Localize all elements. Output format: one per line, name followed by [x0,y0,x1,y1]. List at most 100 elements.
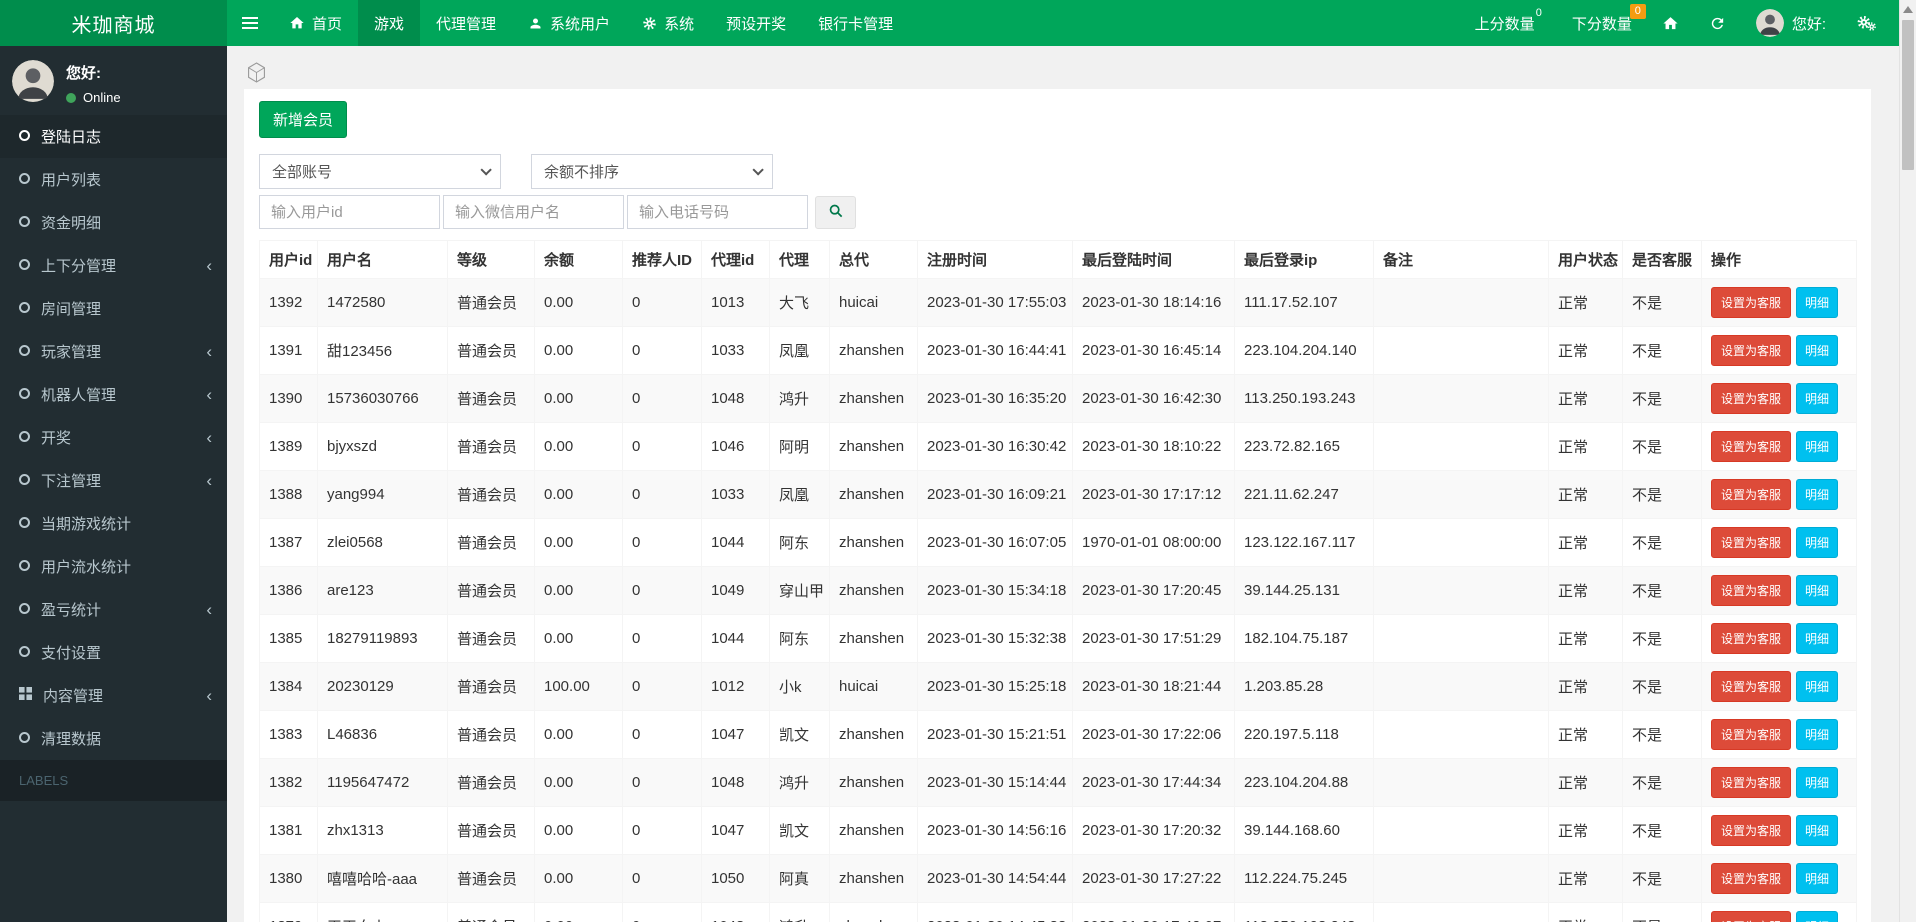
set-service-button[interactable]: 设置为客服 [1711,719,1792,750]
section-hexagon-icon [247,62,266,87]
nav-item-preset-lottery[interactable]: 预设开奖 [710,0,802,46]
sidebar-item-robot-manage[interactable]: 机器人管理 ‹ [0,373,227,416]
cell-register-time: 2023-01-30 16:35:20 [917,374,1073,423]
cell-status: 正常 [1548,710,1623,759]
circle-icon [19,558,30,575]
sidebar-item-bet-manage[interactable]: 下注管理 ‹ [0,459,227,502]
sidebar-item-player-manage[interactable]: 玩家管理 ‹ [0,330,227,373]
set-service-button[interactable]: 设置为客服 [1711,335,1792,366]
user-menu[interactable]: 您好: [1755,9,1826,37]
sidebar-item-user-list[interactable]: 用户列表 [0,158,227,201]
nav-item-system[interactable]: 系统 [626,0,710,46]
sidebar-item-profit-stats[interactable]: 盈亏统计 ‹ [0,588,227,631]
vertical-scrollbar[interactable] [1899,0,1916,922]
user-id-input[interactable] [259,195,440,229]
column-header: 用户id [259,240,318,279]
detail-button[interactable]: 明细 [1796,431,1839,462]
detail-button[interactable]: 明细 [1796,575,1839,606]
cell-general-agent: zhanshen [829,758,918,807]
nav-item-agent-manage[interactable]: 代理管理 [420,0,512,46]
detail-button[interactable]: 明细 [1796,383,1839,414]
member-list-card: 新增会员 全部账号 余额不排序 用户id [244,89,1871,922]
down-score-label: 下分数量 [1571,15,1632,33]
detail-button[interactable]: 明细 [1796,623,1839,654]
sidebar-item-label: 盈亏统计 [41,602,102,619]
detail-button[interactable]: 明细 [1796,815,1839,846]
account-filter-value: 全部账号 [272,164,333,181]
detail-button[interactable]: 明细 [1796,527,1839,558]
column-header: 推荐人ID [622,240,702,279]
detail-button[interactable]: 明细 [1796,719,1839,750]
set-service-button[interactable]: 设置为客服 [1711,767,1792,798]
cell-last-login-time: 2023-01-30 16:42:30 [1072,374,1235,423]
detail-button[interactable]: 明细 [1796,767,1839,798]
cell-is-service: 不是 [1622,326,1702,375]
set-service-button[interactable]: 设置为客服 [1711,863,1792,894]
sidebar-item-label: 开奖 [41,430,72,447]
balance-sort-select[interactable]: 余额不排序 [531,154,773,189]
sidebar-item-lottery[interactable]: 开奖 ‹ [0,416,227,459]
cell-agent: 凯文 [769,806,830,855]
circle-icon [19,601,30,618]
cell-register-time: 2023-01-30 16:44:41 [917,326,1073,375]
brand-logo[interactable]: 米珈商城 [0,0,227,46]
down-score-counter[interactable]: 下分数量 0 [1571,3,1646,34]
set-service-button[interactable]: 设置为客服 [1711,431,1792,462]
scrollbar-thumb[interactable] [1902,20,1914,170]
nav-item-bank-card-manage[interactable]: 银行卡管理 [802,0,909,46]
set-service-button[interactable]: 设置为客服 [1711,623,1792,654]
set-service-button[interactable]: 设置为客服 [1711,383,1792,414]
up-score-counter[interactable]: 上分数量0 [1475,7,1542,34]
sidebar-item-score-manage[interactable]: 上下分管理 ‹ [0,244,227,287]
sidebar-item-room-manage[interactable]: 房间管理 [0,287,227,330]
nav-item-system-users[interactable]: 系统用户 [512,0,626,46]
detail-button[interactable]: 明细 [1796,911,1839,922]
sidebar-item-user-flow-stats[interactable]: 用户流水统计 [0,545,227,588]
detail-button[interactable]: 明细 [1796,863,1839,894]
wechat-name-input[interactable] [443,195,624,229]
cell-last-login-ip: 1.203.85.28 [1234,662,1374,711]
column-header: 是否客服 [1622,240,1702,279]
circle-icon [19,300,30,317]
sidebar-item-content-manage[interactable]: 内容管理 ‹ [0,674,227,717]
sidebar-item-payment-settings[interactable]: 支付设置 [0,631,227,674]
set-service-button[interactable]: 设置为客服 [1711,575,1792,606]
settings-cogs-icon[interactable] [1856,14,1876,32]
account-filter-select[interactable]: 全部账号 [259,154,501,189]
cell-agent: 小k [769,662,830,711]
cell-last-login-ip: 39.144.25.131 [1234,566,1374,615]
chevron-left-icon: ‹ [206,686,212,705]
cell-id: 1384 [259,662,318,711]
sidebar: 您好: Online 登陆日志 用户列表 资金明细 上下分管理 ‹ 房间管理 玩家管理 ‹ 机器… [0,46,227,922]
nav-item-games[interactable]: 游戏 [358,0,421,46]
set-service-button[interactable]: 设置为客服 [1711,527,1792,558]
detail-button[interactable]: 明细 [1796,287,1839,318]
cell-is-service: 不是 [1622,758,1702,807]
set-service-button[interactable]: 设置为客服 [1711,815,1792,846]
sidebar-item-login-log[interactable]: 登陆日志 [0,115,227,158]
cell-is-service: 不是 [1622,854,1702,903]
phone-input[interactable] [627,195,808,229]
cell-remark [1373,374,1549,423]
detail-button[interactable]: 明细 [1796,671,1839,702]
detail-button[interactable]: 明细 [1796,479,1839,510]
sidebar-item-current-game-stats[interactable]: 当期游戏统计 [0,502,227,545]
sidebar-item-label: 资金明细 [41,215,102,232]
add-member-button[interactable]: 新增会员 [259,101,348,138]
set-service-button[interactable]: 设置为客服 [1711,911,1792,922]
sidebar-item-funds-detail[interactable]: 资金明细 [0,201,227,244]
set-service-button[interactable]: 设置为客服 [1711,479,1792,510]
scrollbar-up-arrow-icon[interactable] [1903,6,1913,13]
home-icon[interactable] [1662,15,1679,32]
search-button[interactable] [815,195,856,229]
nav-item-home[interactable]: 首页 [273,0,358,46]
cell-referrer-id: 0 [622,326,702,375]
detail-button[interactable]: 明细 [1796,335,1839,366]
set-service-button[interactable]: 设置为客服 [1711,287,1792,318]
grid-icon [19,687,32,704]
sidebar-item-clean-data[interactable]: 清理数据 [0,717,227,760]
refresh-icon[interactable] [1709,15,1726,32]
hamburger-icon[interactable] [227,0,273,46]
cell-agent-id: 1048 [701,374,770,423]
set-service-button[interactable]: 设置为客服 [1711,671,1792,702]
